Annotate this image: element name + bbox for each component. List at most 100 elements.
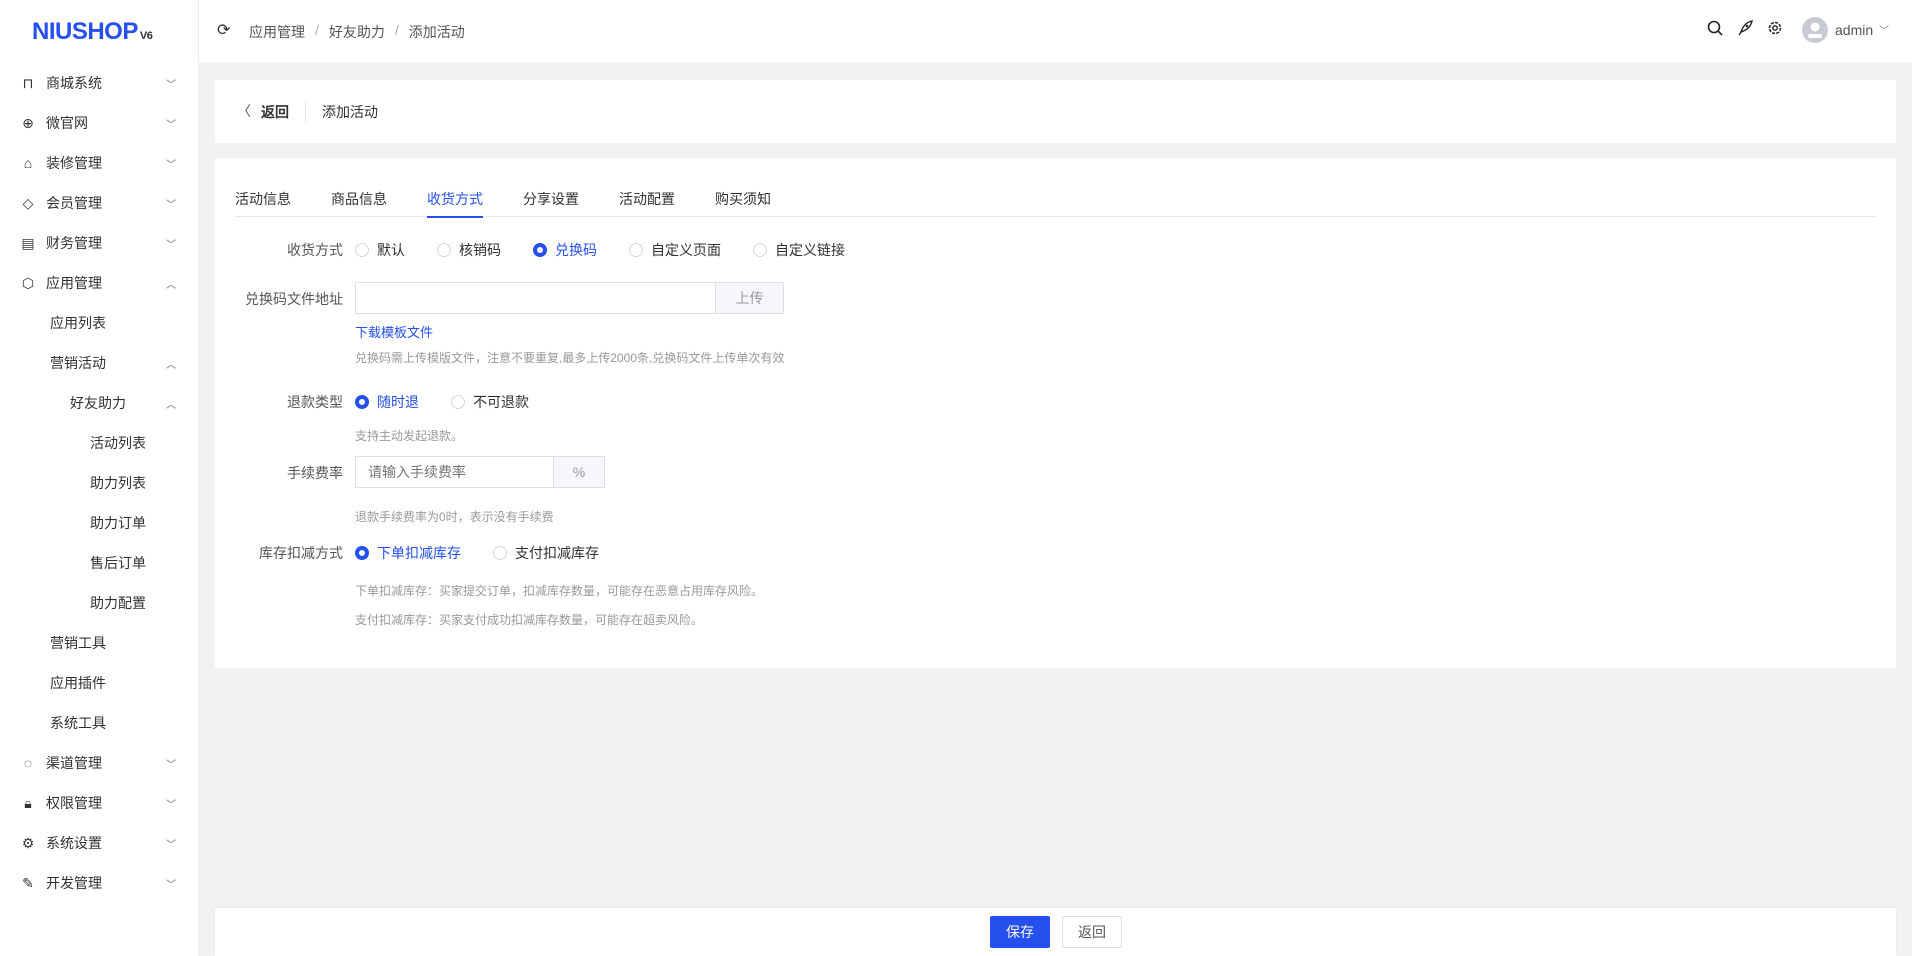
radio-option[interactable]: 自定义链接	[753, 240, 845, 260]
fee-rate-input[interactable]	[355, 456, 554, 488]
avatar[interactable]	[1802, 17, 1828, 43]
stock-hint-pay: 支付扣减库存：买家支付成功扣减库存数量，可能存在超卖风险。	[355, 613, 704, 627]
divider	[305, 100, 306, 122]
chevron-down-icon: ﹀	[166, 199, 176, 211]
radio-circle[interactable]	[629, 243, 643, 257]
radio-option[interactable]: 自定义页面	[629, 240, 721, 260]
radio-label: 核销码	[459, 242, 501, 258]
radio-label: 不可退款	[473, 394, 529, 410]
radio-circle[interactable]	[451, 395, 465, 409]
stock-hint-order: 下单扣减库存：买家提交订单，扣减库存数量，可能存在恶意占用库存风险。	[355, 584, 764, 598]
radio-circle[interactable]	[493, 546, 507, 560]
breadcrumb-item[interactable]: 好友助力	[329, 22, 385, 42]
breadcrumb-separator: /	[394, 22, 399, 38]
sidebar-item[interactable]: 助力订单	[0, 503, 199, 543]
sidebar-item[interactable]: 系统工具	[0, 703, 199, 743]
back-link[interactable]: 返回	[261, 102, 289, 122]
sidebar-item[interactable]: ⌂ 装修管理 ﹀	[0, 143, 199, 183]
radio-option[interactable]: 核销码	[437, 240, 501, 260]
gear-icon[interactable]	[1767, 20, 1783, 41]
radio-circle[interactable]	[533, 243, 547, 257]
radio-circle[interactable]	[355, 395, 369, 409]
radio-option[interactable]: 兑换码	[533, 240, 597, 260]
fee-label: 手续费率	[287, 465, 343, 481]
refund-hint: 支持主动发起退款。	[355, 429, 464, 443]
radio-option[interactable]: 下单扣减库存	[355, 543, 461, 563]
chevron-down-icon: ﹀	[166, 79, 176, 91]
footer-bar: 保存 返回	[215, 908, 1896, 956]
chevron-down-icon: ﹀	[166, 799, 176, 811]
radio-option[interactable]: 随时退	[355, 392, 419, 412]
back-bar: 〈 返回 添加活动	[215, 80, 1896, 143]
fee-hint: 退款手续费率为0时，表示没有手续费	[355, 510, 554, 524]
sidebar-item[interactable]: ⚙︎ 系统设置 ﹀	[0, 823, 199, 863]
radio-option[interactable]: 支付扣减库存	[493, 543, 599, 563]
chevron-left-icon[interactable]: 〈	[237, 101, 251, 121]
tab[interactable]: 购买须知	[715, 189, 771, 209]
tab[interactable]: 商品信息	[331, 189, 387, 209]
radio-circle[interactable]	[355, 546, 369, 560]
chevron-down-icon: ﹀	[166, 119, 176, 131]
sidebar-item-label: 系统工具	[50, 715, 106, 731]
breadcrumb: 应用管理 / 好友助力 / 添加活动	[249, 22, 465, 42]
sidebar-item[interactable]: 助力配置	[0, 583, 199, 623]
cube-icon: ⬡	[21, 274, 35, 291]
sidebar-item-label: 渠道管理	[46, 755, 102, 771]
channel-icon: ◌	[23, 755, 33, 771]
breadcrumb-item[interactable]: 应用管理	[249, 22, 305, 42]
logo: NIUSHOP V6	[32, 18, 153, 46]
breadcrumb-separator: /	[315, 22, 319, 38]
save-button[interactable]: 保存	[990, 916, 1050, 948]
edit-icon: ✎	[22, 874, 34, 891]
code-file-hint: 兑换码需上传模版文件，注意不要重复,最多上传2000条,兑换码文件上传单次有效	[355, 351, 785, 365]
sidebar-item[interactable]: 应用插件	[0, 663, 199, 703]
percent-addon: %	[553, 456, 605, 488]
finance-icon: ▤	[21, 234, 35, 251]
radio-label: 默认	[377, 242, 405, 258]
gear-icon: ⚙︎	[21, 834, 35, 851]
sidebar-item-label: 应用管理	[46, 275, 102, 291]
radio-circle[interactable]	[355, 243, 369, 257]
rocket-icon[interactable]	[1737, 20, 1753, 41]
back-button[interactable]: 返回	[1062, 916, 1122, 948]
sidebar-item[interactable]: 🔒︎ 权限管理 ﹀	[0, 783, 199, 823]
tab[interactable]: 收货方式	[427, 189, 483, 218]
sidebar-item-label: 应用列表	[50, 315, 106, 331]
sidebar-item[interactable]: ⊓ 商城系统 ﹀	[0, 63, 199, 103]
radio-option[interactable]: 默认	[355, 240, 405, 260]
sidebar-item-label: 商城系统	[46, 75, 102, 91]
sidebar-item[interactable]: ◌ 渠道管理 ﹀	[0, 743, 199, 783]
chevron-down-icon[interactable]: ﹀	[1879, 22, 1889, 37]
breadcrumb-item: 添加活动	[408, 24, 465, 40]
download-template-link[interactable]: 下载模板文件	[355, 322, 433, 341]
decor-icon: ⌂	[23, 155, 33, 171]
sidebar-item-label: 营销活动	[50, 355, 106, 371]
sidebar-item[interactable]: ✎ 开发管理 ﹀	[0, 863, 199, 903]
delivery-label: 收货方式	[287, 242, 343, 258]
tab[interactable]: 活动信息	[235, 189, 291, 209]
sidebar-item[interactable]: 营销工具	[0, 623, 199, 663]
chevron-down-icon: ﹀	[166, 839, 176, 851]
tab[interactable]: 活动配置	[619, 189, 675, 209]
sidebar-item-label: 活动列表	[90, 435, 146, 451]
radio-label: 自定义页面	[651, 242, 721, 258]
logo-text: NIUSHOP	[32, 18, 138, 45]
sidebar-item[interactable]: 活动列表	[0, 423, 199, 463]
radio-option[interactable]: 不可退款	[451, 392, 529, 412]
radio-circle[interactable]	[753, 243, 767, 257]
sidebar-item[interactable]: ◇ 会员管理 ﹀	[0, 183, 199, 223]
username[interactable]: admin	[1835, 22, 1873, 38]
bag-icon: ⊓	[22, 74, 34, 91]
sidebar-item-label: 微官网	[46, 115, 88, 131]
sidebar-item[interactable]: ⊕ 微官网 ﹀	[0, 103, 199, 143]
sidebar-item[interactable]: 应用列表	[0, 303, 199, 343]
radio-circle[interactable]	[437, 243, 451, 257]
search-icon[interactable]	[1707, 20, 1723, 41]
code-file-input[interactable]	[355, 282, 716, 314]
upload-button[interactable]: 上传	[715, 282, 784, 314]
sidebar-item[interactable]: 营销活动 ︿	[0, 343, 199, 383]
refresh-icon[interactable]: ⟳	[217, 20, 230, 40]
tab[interactable]: 分享设置	[523, 189, 579, 209]
chevron-up-icon: ︿	[166, 359, 176, 371]
sidebar-item-label: 营销工具	[50, 635, 106, 651]
